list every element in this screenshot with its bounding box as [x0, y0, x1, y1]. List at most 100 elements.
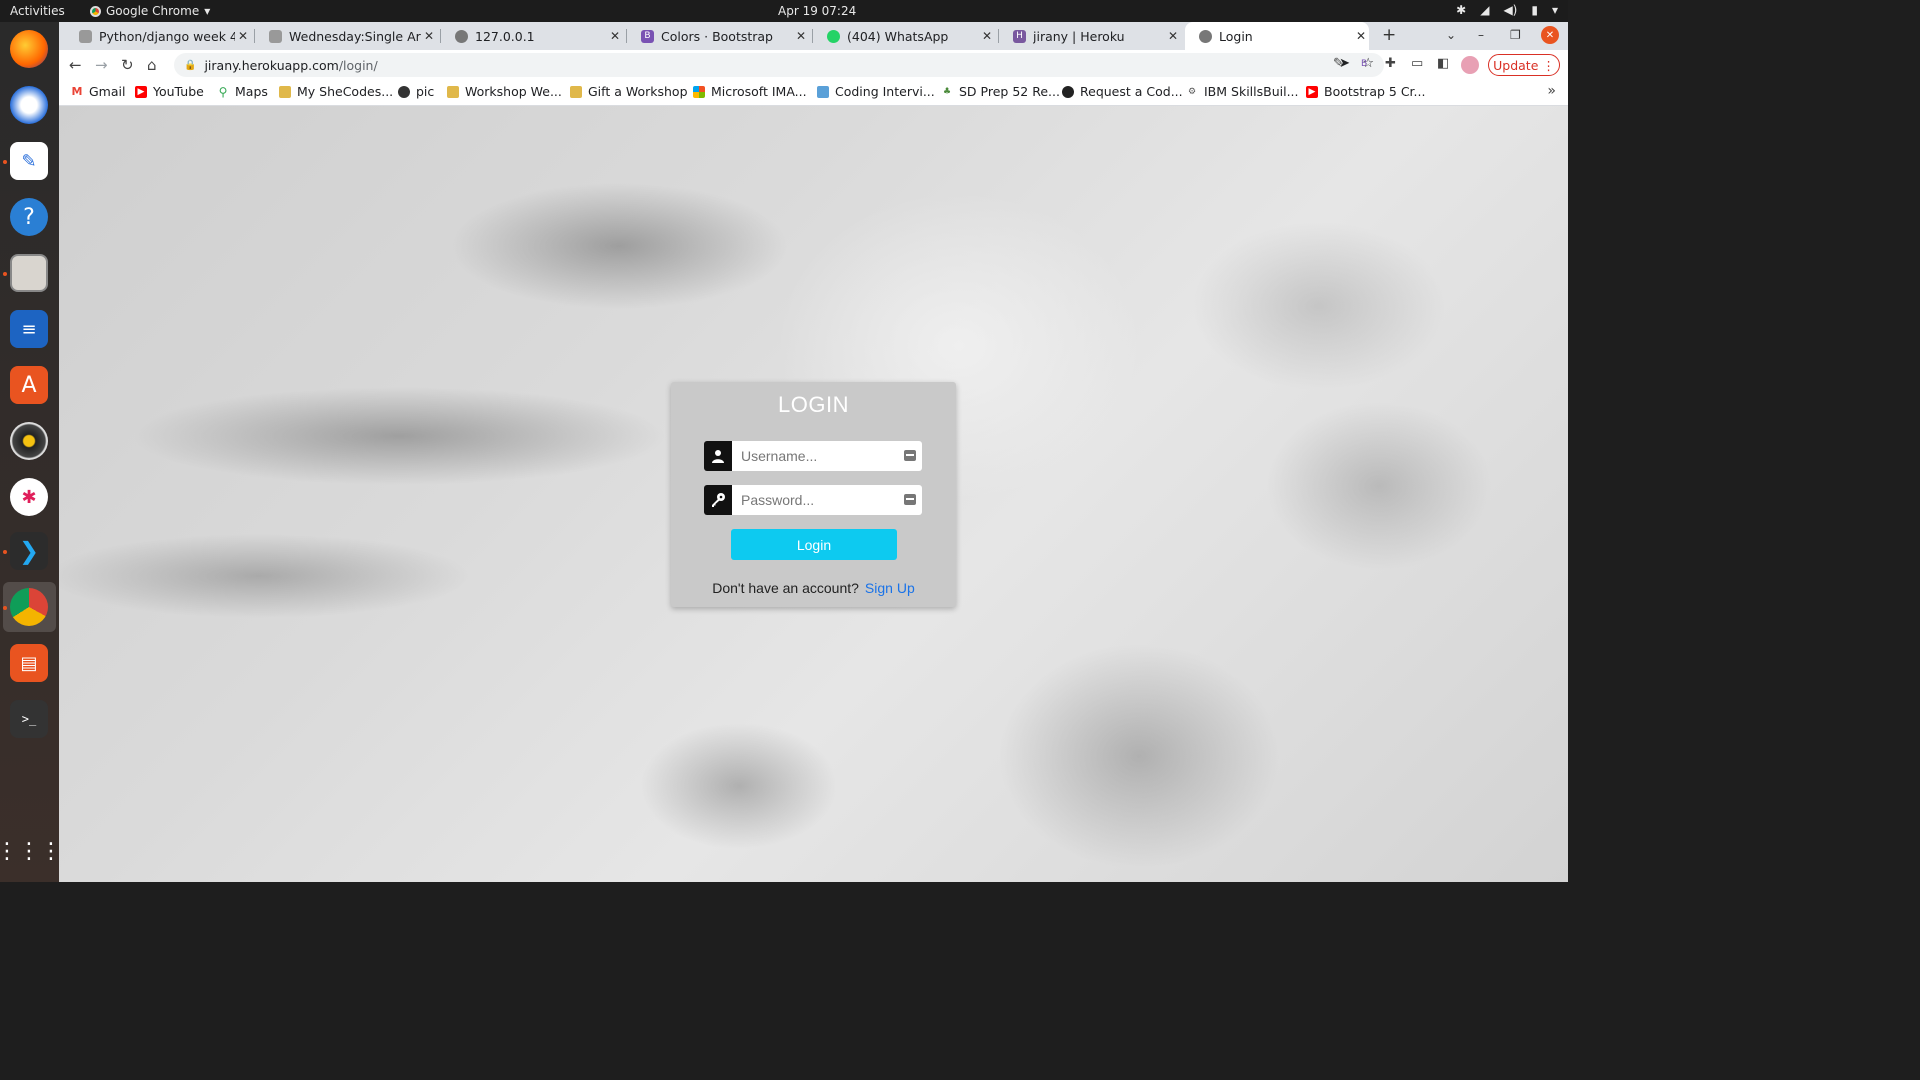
- extension-b-icon[interactable]: B: [1361, 59, 1367, 69]
- tab-bootstrap-colors[interactable]: B Colors · Bootstrap ✕: [627, 22, 809, 50]
- cast-icon[interactable]: ▭: [1411, 56, 1423, 71]
- text-editor-icon[interactable]: ✎: [10, 142, 48, 180]
- tab-search-icon[interactable]: ⌄: [1446, 28, 1456, 42]
- tab-favicon-icon: [79, 29, 92, 43]
- signup-prompt-line: Don't have an account? Sign Up: [671, 580, 956, 596]
- clock[interactable]: Apr 19 07:24: [778, 4, 856, 18]
- activities-button[interactable]: Activities: [10, 4, 65, 18]
- extension-pen-icon[interactable]: ✎: [1333, 56, 1344, 71]
- shecodes-icon: [447, 85, 459, 98]
- bookmark-maps[interactable]: ⚲ Maps: [217, 84, 268, 99]
- update-label: Update: [1493, 57, 1539, 73]
- tab-heroku[interactable]: H jirany | Heroku ✕: [999, 22, 1181, 50]
- new-tab-button[interactable]: +: [1382, 25, 1396, 45]
- app-menu[interactable]: Google Chrome ▾: [90, 4, 210, 18]
- bookmark-coding-interview[interactable]: Coding Intervi...: [817, 84, 935, 99]
- terminal-icon[interactable]: >_: [10, 700, 48, 738]
- bookmark-label: Coding Intervi...: [835, 84, 935, 99]
- bookmark-gmail[interactable]: M Gmail: [71, 84, 126, 99]
- files-icon[interactable]: [10, 254, 48, 292]
- tab-close-icon[interactable]: ✕: [607, 29, 623, 43]
- slack-icon[interactable]: ✱: [10, 478, 48, 516]
- chrome-icon: [90, 5, 101, 17]
- forward-icon[interactable]: →: [95, 56, 108, 74]
- bookmarks-overflow-icon[interactable]: »: [1547, 83, 1556, 99]
- restore-button[interactable]: ❐: [1510, 28, 1521, 42]
- thunderbird-icon[interactable]: [10, 86, 48, 124]
- firefox-icon[interactable]: [10, 30, 48, 68]
- volume-icon[interactable]: ◀): [1503, 3, 1517, 17]
- running-indicator: [3, 606, 7, 610]
- bookmark-youtube[interactable]: ▶ YouTube: [135, 84, 204, 99]
- slack-tray-icon[interactable]: ✱: [1456, 3, 1466, 17]
- update-button[interactable]: Update ⋮: [1488, 54, 1560, 76]
- show-applications-icon[interactable]: ⋮⋮⋮: [0, 832, 62, 870]
- tab-close-icon[interactable]: ✕: [1353, 29, 1369, 43]
- chrome-dock-icon[interactable]: [10, 588, 48, 626]
- signup-link[interactable]: Sign Up: [865, 580, 915, 596]
- tab-close-icon[interactable]: ✕: [979, 29, 995, 43]
- impress-icon[interactable]: ▤: [10, 644, 48, 682]
- bookmark-label: Gift a Workshop: [588, 84, 688, 99]
- tab-close-icon[interactable]: ✕: [1165, 29, 1181, 43]
- running-indicator: [3, 550, 7, 554]
- youtube-icon: ▶: [135, 85, 147, 98]
- bookmark-microsoft[interactable]: Microsoft IMA...: [693, 84, 807, 99]
- bookmark-ibm-skillsbuild[interactable]: ⚙ IBM SkillsBuil...: [1186, 84, 1299, 99]
- tab-whatsapp[interactable]: (404) WhatsApp ✕: [813, 22, 995, 50]
- globe-icon: [398, 85, 410, 98]
- tab-title: Wednesday:Single Artic: [289, 28, 421, 44]
- system-top-bar: Activities Google Chrome ▾ Apr 19 07:24 …: [0, 0, 1568, 22]
- key-icon: [704, 485, 732, 515]
- tab-title: (404) WhatsApp: [847, 28, 949, 44]
- system-tray[interactable]: ✱ ◢ ◀) ▮ ▾: [1456, 3, 1558, 17]
- close-window-button[interactable]: ✕: [1541, 26, 1559, 44]
- password-manager-key-icon[interactable]: [904, 494, 916, 505]
- browser-toolbar: ← → ↻ ⌂ 🔒 jirany.herokuapp.com/login/ ➤ …: [59, 50, 1568, 80]
- bookmark-gift-workshop[interactable]: Gift a Workshop: [570, 84, 688, 99]
- tab-python-django[interactable]: Python/django week 4 I ✕: [65, 22, 251, 50]
- help-icon[interactable]: ?: [10, 198, 48, 236]
- minimize-button[interactable]: –: [1478, 28, 1484, 42]
- bookmark-workshop-we[interactable]: Workshop We...: [447, 84, 562, 99]
- microsoft-icon: [693, 85, 705, 98]
- tree-icon: ♣: [942, 86, 952, 97]
- software-center-icon[interactable]: A: [10, 366, 48, 404]
- extensions-puzzle-icon[interactable]: ✚: [1385, 56, 1396, 71]
- battery-icon[interactable]: ▮: [1531, 3, 1538, 17]
- lock-icon[interactable]: 🔒: [184, 60, 196, 71]
- tab-close-icon[interactable]: ✕: [793, 29, 809, 43]
- password-input[interactable]: [732, 485, 922, 515]
- side-panel-icon[interactable]: ◧: [1437, 56, 1449, 71]
- bookmark-sd-prep[interactable]: ♣ SD Prep 52 Re...: [941, 84, 1060, 99]
- profile-avatar[interactable]: [1461, 56, 1479, 74]
- wifi-icon[interactable]: ◢: [1480, 3, 1489, 17]
- browser-tab-strip: Python/django week 4 I ✕ Wednesday:Singl…: [59, 22, 1568, 50]
- running-indicator: [3, 272, 7, 276]
- tab-login-active[interactable]: Login ✕: [1185, 22, 1369, 50]
- bookmark-shecodes[interactable]: My SheCodes...: [279, 84, 393, 99]
- password-manager-key-icon[interactable]: [904, 450, 916, 461]
- caret-down-icon: ▾: [204, 4, 211, 18]
- tab-localhost[interactable]: 127.0.0.1 ✕: [441, 22, 623, 50]
- heroku-icon: H: [1013, 29, 1026, 43]
- address-bar[interactable]: 🔒 jirany.herokuapp.com/login/ ➤ ☆: [174, 53, 1384, 77]
- rhythmbox-icon[interactable]: [10, 422, 48, 460]
- bookmark-label: YouTube: [153, 84, 204, 99]
- bookmark-pic[interactable]: pic: [398, 84, 434, 99]
- vscode-icon[interactable]: ❯: [10, 532, 48, 570]
- bookmark-request-code[interactable]: Request a Cod...: [1062, 84, 1183, 99]
- writer-icon[interactable]: ≡: [10, 310, 48, 348]
- tab-wednesday[interactable]: Wednesday:Single Artic ✕: [255, 22, 437, 50]
- back-icon[interactable]: ←: [69, 56, 82, 74]
- tab-close-icon[interactable]: ✕: [235, 29, 251, 43]
- login-button[interactable]: Login: [731, 529, 897, 560]
- reload-icon[interactable]: ↻: [121, 56, 134, 74]
- tray-menu-caret-icon[interactable]: ▾: [1552, 3, 1558, 17]
- username-input[interactable]: [732, 441, 922, 471]
- tab-close-icon[interactable]: ✕: [421, 29, 437, 43]
- home-icon[interactable]: ⌂: [147, 56, 157, 74]
- gmail-icon: M: [71, 85, 83, 98]
- bookmark-label: Workshop We...: [465, 84, 562, 99]
- bookmark-bootstrap5[interactable]: ▶ Bootstrap 5 Cr...: [1306, 84, 1425, 99]
